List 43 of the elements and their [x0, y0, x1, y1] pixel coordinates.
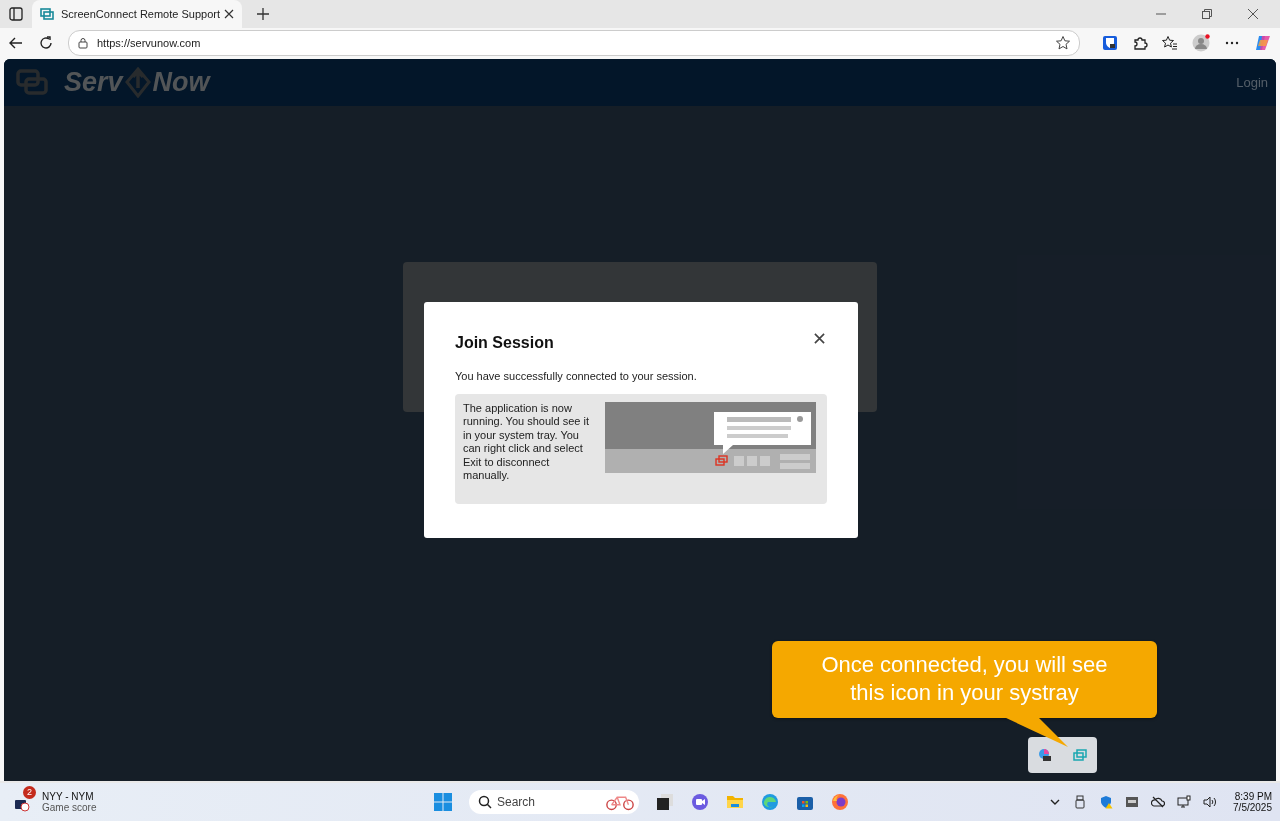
- browser-tab[interactable]: ScreenConnect Remote Support: [32, 0, 242, 28]
- logo-text: Now: [152, 66, 210, 98]
- search-icon: [478, 794, 492, 809]
- arrow-diamond-icon: [124, 66, 151, 99]
- restore-icon[interactable]: [1202, 9, 1212, 19]
- shield-warning-icon[interactable]: [1099, 794, 1114, 809]
- close-icon[interactable]: [814, 333, 825, 345]
- screens-icon: [40, 7, 54, 21]
- clock-time: 8:39 PM: [1234, 790, 1272, 802]
- reload-icon[interactable]: [38, 34, 54, 51]
- new-tab-icon[interactable]: [256, 7, 270, 21]
- close-icon[interactable]: [1248, 9, 1258, 19]
- address-field[interactable]: https://servunow.com: [68, 29, 1080, 56]
- cloud-off-icon[interactable]: [1151, 794, 1166, 809]
- task-view-icon[interactable]: [656, 792, 674, 811]
- url-text: https://servunow.com: [97, 36, 201, 49]
- vm-icon[interactable]: [1125, 794, 1140, 809]
- clock[interactable]: 8:39 PM 7/5/2025: [1233, 790, 1272, 813]
- star-icon[interactable]: [1055, 34, 1071, 51]
- windows-start-icon[interactable]: [434, 792, 452, 811]
- widget-title: NYY - NYM: [42, 790, 95, 802]
- tab-actions-icon[interactable]: [8, 6, 24, 22]
- lock-icon: [77, 36, 89, 49]
- info-text: The application is now running. You should see it in your system tray. You can right click and select Exit to disconnect manually.: [463, 401, 590, 484]
- avatar-icon[interactable]: [1192, 33, 1210, 52]
- screens-logo-icon: [16, 69, 48, 96]
- puzzle-icon[interactable]: [1132, 34, 1148, 51]
- colorful-app-icon[interactable]: [1038, 747, 1053, 762]
- logo-text: Serv: [64, 66, 123, 98]
- chat-icon[interactable]: [691, 792, 709, 811]
- clock-date: 7/5/2025: [1233, 801, 1272, 813]
- dialog-title: Join Session: [455, 333, 554, 352]
- callout-text: Once connected, you will see: [821, 651, 1108, 680]
- callout-text: this icon in your systray: [850, 679, 1079, 708]
- favorites-icon[interactable]: [1162, 34, 1178, 51]
- widget-subtitle: Game score: [42, 801, 97, 813]
- notification-badge: 2: [23, 785, 36, 799]
- search-field[interactable]: Search: [469, 789, 639, 814]
- dialog-message: You have successfully connected to your session.: [455, 369, 698, 382]
- speaker-icon[interactable]: [1203, 794, 1218, 809]
- network-icon[interactable]: [1177, 794, 1192, 809]
- close-icon[interactable]: [224, 9, 234, 19]
- usb-drive-icon[interactable]: [1073, 794, 1088, 809]
